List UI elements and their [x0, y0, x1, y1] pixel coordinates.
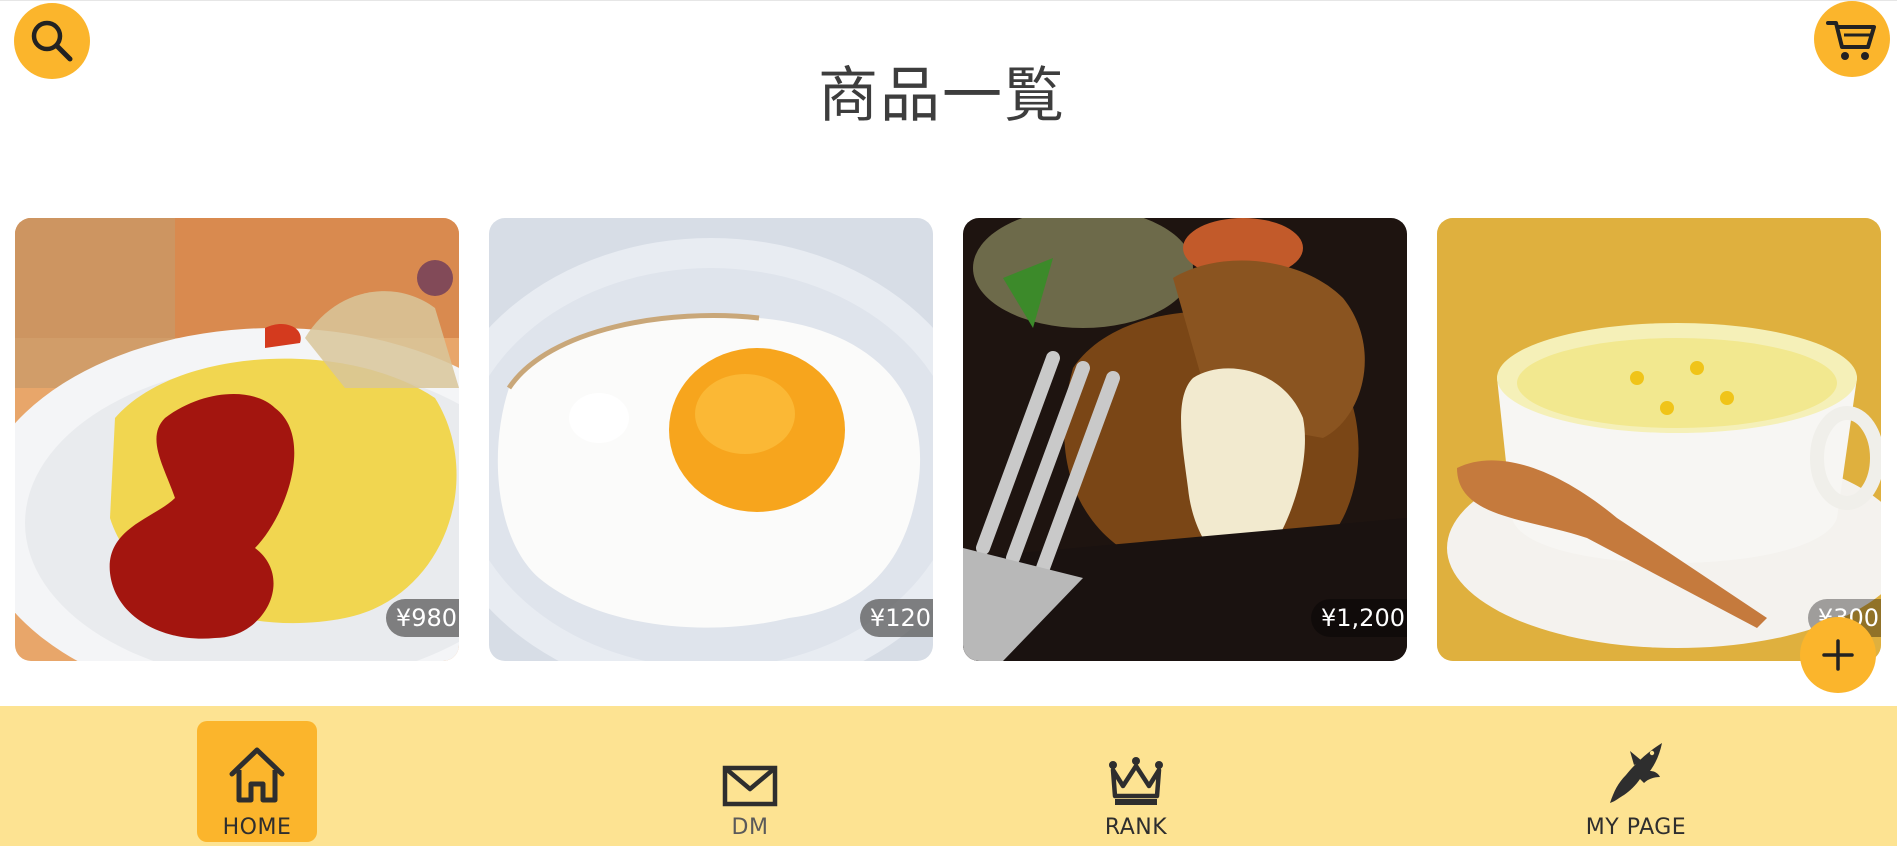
product-card-fried-egg[interactable]: ¥120: [489, 218, 933, 661]
plus-icon: [1822, 639, 1854, 671]
price-badge: ¥1,200: [1311, 599, 1407, 637]
crown-icon: [1109, 757, 1163, 805]
product-grid: ¥980 ¥120 ¥1,200: [15, 218, 1881, 661]
hamburg-steak-image: [963, 218, 1407, 661]
nav-label-dm: DM: [731, 815, 769, 840]
corn-soup-image: [1437, 218, 1881, 661]
product-list-page: 商品一覧 ¥980 ¥120 ¥1,200 HOME DM RANK MY PA…: [0, 0, 1897, 846]
nav-item-dm[interactable]: DM: [690, 721, 810, 842]
fried-egg-image: [489, 218, 933, 661]
product-card-hamburg-steak[interactable]: ¥1,200: [963, 218, 1407, 661]
nav-label-my-page: MY PAGE: [1585, 815, 1687, 840]
mail-icon: [722, 765, 778, 807]
nav-label-home: HOME: [222, 815, 292, 840]
cart-button[interactable]: [1814, 1, 1890, 77]
home-icon: [229, 747, 285, 803]
add-button[interactable]: [1800, 617, 1876, 693]
price-badge: ¥120: [859, 599, 933, 637]
cart-icon: [1826, 21, 1876, 60]
nav-label-rank: RANK: [1104, 815, 1168, 840]
shark-icon: [1610, 743, 1662, 803]
nav-item-my-page[interactable]: MY PAGE: [1576, 721, 1696, 842]
omelette-rice-image: [15, 218, 459, 661]
page-title: 商品一覧: [818, 61, 1066, 131]
price-badge: ¥980: [385, 599, 459, 637]
product-card-corn-soup[interactable]: ¥300: [1437, 218, 1881, 661]
nav-item-rank[interactable]: RANK: [1076, 721, 1196, 842]
nav-item-home[interactable]: HOME: [197, 721, 317, 842]
product-card-omelette-rice[interactable]: ¥980: [15, 218, 459, 661]
bottom-navigation: HOME DM RANK MY PAGE: [0, 706, 1897, 846]
